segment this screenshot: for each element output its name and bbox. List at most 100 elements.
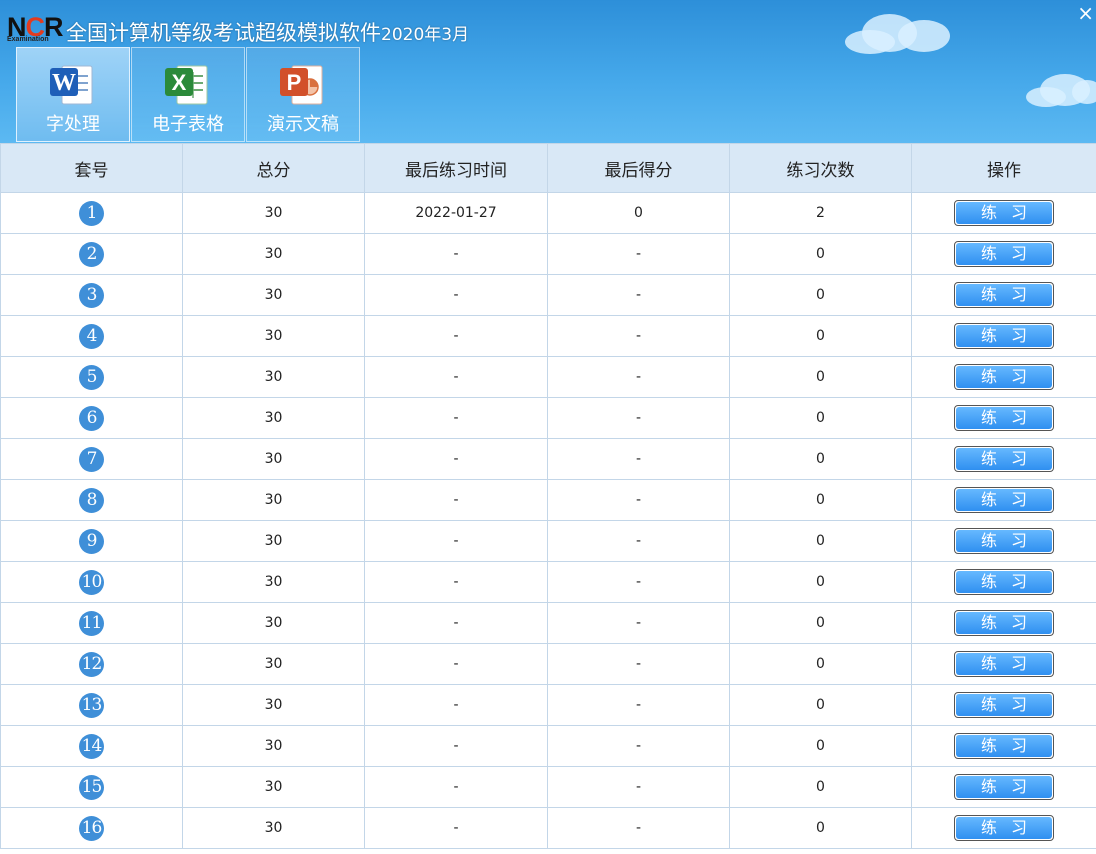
- last-score-cell: -: [547, 643, 730, 685]
- action-cell: 练习: [911, 807, 1096, 849]
- practice-button[interactable]: 练习: [954, 815, 1054, 841]
- last-practice-time-cell: -: [364, 520, 548, 562]
- practice-count-cell: 0: [729, 356, 912, 398]
- set-number-cell: 10: [0, 561, 183, 603]
- practice-button[interactable]: 练习: [954, 446, 1054, 472]
- total-score-cell: 30: [182, 192, 365, 234]
- set-number-cell: 8: [0, 479, 183, 521]
- last-score-cell: -: [547, 520, 730, 562]
- practice-button[interactable]: 练习: [954, 569, 1054, 595]
- practice-button-label: 练习: [956, 366, 1052, 388]
- tab-word-processing[interactable]: W 字处理: [16, 47, 130, 142]
- table-row: 2 30- -0 练习: [0, 233, 1096, 275]
- set-number-badge: 8: [79, 487, 104, 513]
- practice-button[interactable]: 练习: [954, 610, 1054, 636]
- action-cell: 练习: [911, 479, 1096, 521]
- set-number-badge: 15: [79, 774, 104, 800]
- last-practice-time-cell: 2022-01-27: [364, 192, 548, 234]
- set-number-badge: 12: [79, 651, 104, 677]
- last-score-cell: -: [547, 438, 730, 480]
- practice-button[interactable]: 练习: [954, 200, 1054, 226]
- practice-button-label: 练习: [956, 407, 1052, 429]
- practice-count-cell: 0: [729, 643, 912, 685]
- app-title: 全国计算机等级考试超级模拟软件2020年3月: [66, 17, 469, 47]
- total-score-cell: 30: [182, 274, 365, 316]
- total-score-cell: 30: [182, 561, 365, 603]
- practice-button-label: 练习: [956, 325, 1052, 347]
- set-number-badge: 13: [79, 692, 104, 718]
- table-row: 10 30- -0 练习: [0, 561, 1096, 603]
- practice-button[interactable]: 练习: [954, 733, 1054, 759]
- practice-button[interactable]: 练习: [954, 323, 1054, 349]
- last-score-cell: -: [547, 356, 730, 398]
- practice-count-cell: 0: [729, 766, 912, 808]
- total-score-cell: 30: [182, 397, 365, 439]
- last-score-cell: 0: [547, 192, 730, 234]
- last-practice-time-cell: -: [364, 766, 548, 808]
- last-practice-time-cell: -: [364, 233, 548, 275]
- app-title-suffix: 2020年3月: [381, 25, 470, 45]
- practice-button[interactable]: 练习: [954, 774, 1054, 800]
- practice-button[interactable]: 练习: [954, 487, 1054, 513]
- practice-button-label: 练习: [956, 735, 1052, 757]
- practice-button[interactable]: 练习: [954, 364, 1054, 390]
- powerpoint-icon: P: [280, 65, 323, 105]
- practice-button-label: 练习: [956, 694, 1052, 716]
- set-number-cell: 6: [0, 397, 183, 439]
- set-number-badge: 11: [79, 610, 104, 636]
- practice-count-cell: 0: [729, 233, 912, 275]
- practice-button[interactable]: 练习: [954, 241, 1054, 267]
- practice-button[interactable]: 练习: [954, 651, 1054, 677]
- tab-spreadsheet[interactable]: X 电子表格: [131, 47, 245, 142]
- practice-button-label: 练习: [956, 284, 1052, 306]
- set-number-badge: 14: [79, 733, 104, 759]
- practice-button[interactable]: 练习: [954, 282, 1054, 308]
- tab-presentation[interactable]: P 演示文稿: [246, 47, 360, 142]
- last-score-cell: -: [547, 725, 730, 767]
- close-button[interactable]: ×: [1077, 1, 1094, 25]
- practice-count-cell: 0: [729, 725, 912, 767]
- practice-button[interactable]: 练习: [954, 405, 1054, 431]
- total-score-cell: 30: [182, 356, 365, 398]
- last-practice-time-cell: -: [364, 725, 548, 767]
- table-row: 13 30- -0 练习: [0, 684, 1096, 726]
- set-number-cell: 11: [0, 602, 183, 644]
- set-number-badge: 3: [79, 282, 104, 308]
- column-header-last-practice-time: 最后练习时间: [364, 143, 548, 193]
- action-cell: 练习: [911, 684, 1096, 726]
- table-row: 6 30- -0 练习: [0, 397, 1096, 439]
- practice-button[interactable]: 练习: [954, 692, 1054, 718]
- last-practice-time-cell: -: [364, 602, 548, 644]
- action-cell: 练习: [911, 192, 1096, 234]
- column-header-set-number: 套号: [0, 143, 183, 193]
- practice-button-label: 练习: [956, 612, 1052, 634]
- practice-button-label: 练习: [956, 571, 1052, 593]
- app-title-main: 全国计算机等级考试超级模拟软件: [66, 21, 381, 45]
- practice-button[interactable]: 练习: [954, 528, 1054, 554]
- set-number-cell: 2: [0, 233, 183, 275]
- set-number-cell: 1: [0, 192, 183, 234]
- set-number-cell: 16: [0, 807, 183, 849]
- tab-label: 电子表格: [152, 114, 224, 135]
- table-row: 15 30- -0 练习: [0, 766, 1096, 808]
- set-number-cell: 9: [0, 520, 183, 562]
- set-number-cell: 3: [0, 274, 183, 316]
- set-number-badge: 9: [79, 528, 104, 554]
- last-score-cell: -: [547, 274, 730, 316]
- action-cell: 练习: [911, 356, 1096, 398]
- last-score-cell: -: [547, 807, 730, 849]
- last-practice-time-cell: -: [364, 397, 548, 439]
- practice-count-cell: 0: [729, 397, 912, 439]
- action-cell: 练习: [911, 233, 1096, 275]
- practice-button-label: 练习: [956, 776, 1052, 798]
- last-practice-time-cell: -: [364, 643, 548, 685]
- action-cell: 练习: [911, 438, 1096, 480]
- last-practice-time-cell: -: [364, 684, 548, 726]
- table-row: 8 30- -0 练习: [0, 479, 1096, 521]
- last-practice-time-cell: -: [364, 356, 548, 398]
- exercise-table: 套号 总分 最后练习时间 最后得分 练习次数 操作 1 30 2022-01-27 0…: [0, 143, 1096, 849]
- total-score-cell: 30: [182, 315, 365, 357]
- set-number-cell: 5: [0, 356, 183, 398]
- total-score-cell: 30: [182, 479, 365, 521]
- practice-button-label: 练习: [956, 202, 1052, 224]
